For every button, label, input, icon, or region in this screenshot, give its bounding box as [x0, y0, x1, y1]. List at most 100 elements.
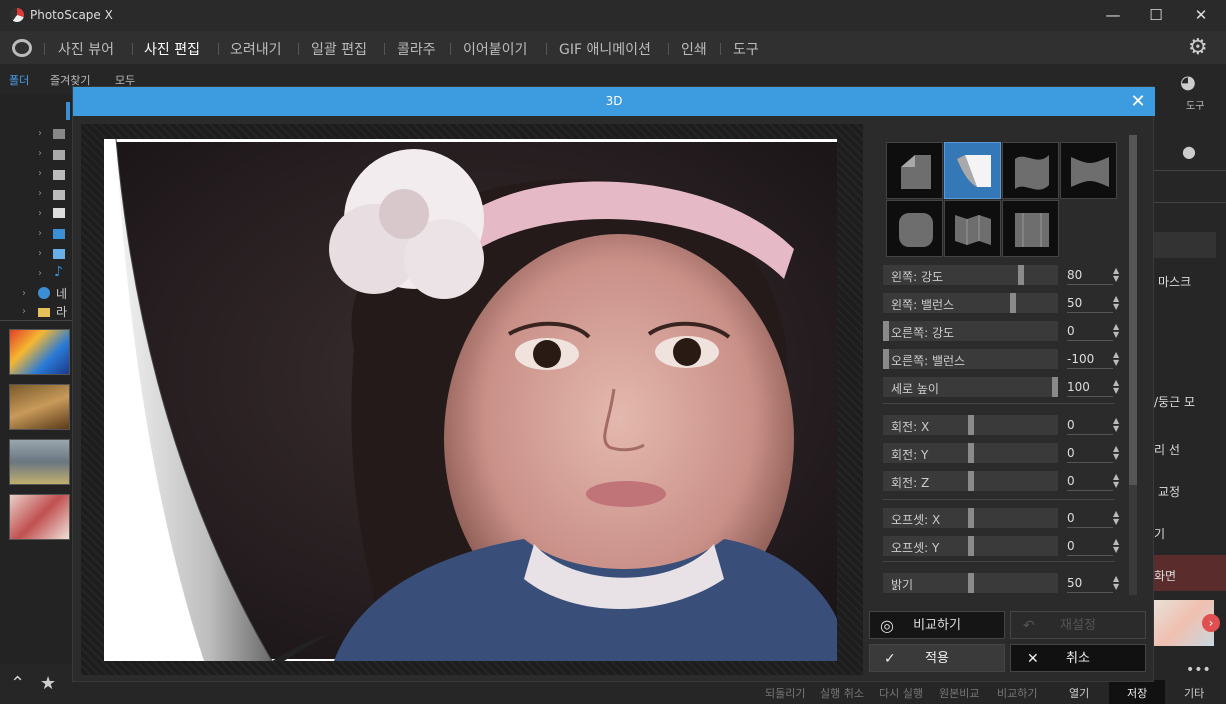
- tree-label[interactable]: 네: [56, 285, 67, 302]
- save-button[interactable]: 저장: [1127, 685, 1147, 701]
- preset-folded[interactable]: [944, 200, 1001, 257]
- chevron-up-icon[interactable]: ⌃: [10, 673, 25, 694]
- tab-combine[interactable]: 이어붙이기: [463, 39, 527, 59]
- spinner-icon[interactable]: ▲ ▼: [1113, 351, 1123, 367]
- thumbnail[interactable]: [9, 329, 70, 375]
- preset-pillow[interactable]: [886, 200, 943, 257]
- value-field[interactable]: 0: [1067, 471, 1113, 491]
- settings-gear-icon[interactable]: ⚙: [1188, 35, 1208, 60]
- slider-track[interactable]: 회전: Y: [883, 443, 1058, 463]
- tab-cut-out[interactable]: 오려내기: [230, 39, 282, 59]
- correction-item[interactable]: 교정: [1158, 483, 1180, 500]
- spinner-icon[interactable]: ▲ ▼: [1113, 445, 1123, 461]
- spinner-icon[interactable]: ▲ ▼: [1113, 295, 1123, 311]
- maximize-button[interactable]: ☐: [1145, 4, 1167, 26]
- value-field[interactable]: 100: [1067, 377, 1113, 397]
- slider-knob[interactable]: [968, 508, 974, 528]
- tree-label[interactable]: 라: [56, 303, 67, 320]
- thumbnail[interactable]: [9, 384, 70, 430]
- slider-knob[interactable]: [968, 415, 974, 435]
- slider-track[interactable]: 왼쪽: 강도: [883, 265, 1058, 285]
- value-field[interactable]: 50: [1067, 293, 1113, 313]
- open-button[interactable]: 열기: [1069, 685, 1089, 701]
- line-item[interactable]: 리 선: [1154, 441, 1180, 458]
- slider-track[interactable]: 오프셋: X: [883, 508, 1058, 528]
- slider-knob[interactable]: [1052, 377, 1058, 397]
- compare-button[interactable]: ◎ 비교하기: [869, 611, 1005, 639]
- slider-track[interactable]: 오른쪽: 밸런스: [883, 349, 1058, 369]
- redo-label[interactable]: 다시 실행: [879, 685, 923, 701]
- value-field[interactable]: 0: [1067, 536, 1113, 556]
- close-button[interactable]: ✕: [1190, 4, 1212, 26]
- spinner-icon[interactable]: ▲ ▼: [1113, 267, 1123, 283]
- slider-knob[interactable]: [968, 536, 974, 556]
- slider-knob[interactable]: [968, 573, 974, 593]
- tab-tools[interactable]: 도구: [733, 39, 759, 59]
- slider-track[interactable]: 오른쪽: 강도: [883, 321, 1058, 341]
- slider-track[interactable]: 왼쪽: 밸런스: [883, 293, 1058, 313]
- value-field[interactable]: -100: [1067, 349, 1113, 369]
- slider-knob[interactable]: [1018, 265, 1024, 285]
- logo-home-icon[interactable]: [12, 39, 32, 57]
- slider-knob[interactable]: [1010, 293, 1016, 313]
- spinner-icon[interactable]: ▲ ▼: [1113, 379, 1123, 395]
- mask-item[interactable]: 마스크: [1158, 273, 1191, 290]
- thumbnail[interactable]: [9, 494, 70, 540]
- slider-knob[interactable]: [883, 321, 889, 341]
- drop-icon[interactable]: ●: [1182, 142, 1196, 161]
- value-field[interactable]: 0: [1067, 443, 1113, 463]
- original-compare-label[interactable]: 원본비교: [939, 685, 979, 701]
- spinner-icon[interactable]: ▲ ▼: [1113, 510, 1123, 526]
- apply-button[interactable]: ✓ 적용: [869, 644, 1005, 672]
- revert-label[interactable]: 되돌리기: [765, 685, 805, 701]
- value-field[interactable]: 0: [1067, 508, 1113, 528]
- dialog-close-icon[interactable]: ✕: [1125, 89, 1151, 115]
- compare-label[interactable]: 비교하기: [997, 685, 1037, 701]
- misc-item[interactable]: 기: [1154, 525, 1165, 542]
- preset-bend[interactable]: [1060, 142, 1117, 199]
- palette-icon[interactable]: ◕: [1180, 72, 1196, 93]
- reset-button[interactable]: ↶ 재설정: [1010, 611, 1146, 639]
- spinner-icon[interactable]: ▲ ▼: [1113, 538, 1123, 554]
- tab-gif[interactable]: GIF 애니메이션: [559, 39, 651, 59]
- slider-knob[interactable]: [968, 443, 974, 463]
- next-arrow-icon[interactable]: ›: [1202, 614, 1220, 632]
- slider-track[interactable]: 오프셋: Y: [883, 536, 1058, 556]
- undo-label[interactable]: 실행 취소: [820, 685, 864, 701]
- screen-item[interactable]: 화면: [1154, 567, 1176, 584]
- preset-book[interactable]: [1002, 200, 1059, 257]
- value-field[interactable]: 50: [1067, 573, 1113, 593]
- slider-track[interactable]: 회전: Z: [883, 471, 1058, 491]
- slider-track[interactable]: 밝기: [883, 573, 1058, 593]
- more-icon[interactable]: •••: [1186, 662, 1211, 678]
- star-icon[interactable]: ★: [40, 673, 56, 694]
- slider-track[interactable]: 회전: X: [883, 415, 1058, 435]
- preview-canvas[interactable]: [81, 124, 863, 675]
- thumbnail[interactable]: [9, 439, 70, 485]
- tab-batch[interactable]: 일괄 편집: [311, 39, 367, 59]
- scrollbar-thumb[interactable]: [1129, 135, 1137, 485]
- tab-collage[interactable]: 콜라주: [397, 39, 436, 59]
- tab-editor[interactable]: 사진 편집: [144, 39, 200, 59]
- value-field[interactable]: 0: [1067, 321, 1113, 341]
- spinner-icon[interactable]: ▲ ▼: [1113, 323, 1123, 339]
- slider-track[interactable]: 세로 높이: [883, 377, 1058, 397]
- tab-viewer[interactable]: 사진 뷰어: [58, 39, 114, 59]
- preset-corner-fold[interactable]: [886, 142, 943, 199]
- tab-folder[interactable]: 폴더: [9, 72, 29, 88]
- preset-page-curl[interactable]: [944, 142, 1001, 199]
- more-label[interactable]: 기타: [1184, 685, 1204, 701]
- minimize-button[interactable]: —: [1102, 4, 1124, 26]
- cancel-button[interactable]: ✕ 취소: [1010, 644, 1146, 672]
- value-field[interactable]: 0: [1067, 415, 1113, 435]
- tab-print[interactable]: 인쇄: [681, 39, 707, 59]
- dialog-title: 3D: [605, 94, 623, 108]
- spinner-icon[interactable]: ▲ ▼: [1113, 575, 1123, 591]
- rounded-item[interactable]: /둥근 모: [1154, 393, 1195, 410]
- slider-knob[interactable]: [968, 471, 974, 491]
- spinner-icon[interactable]: ▲ ▼: [1113, 473, 1123, 489]
- slider-knob[interactable]: [883, 349, 889, 369]
- preset-wave[interactable]: [1002, 142, 1059, 199]
- value-field[interactable]: 80: [1067, 265, 1113, 285]
- spinner-icon[interactable]: ▲ ▼: [1113, 417, 1123, 433]
